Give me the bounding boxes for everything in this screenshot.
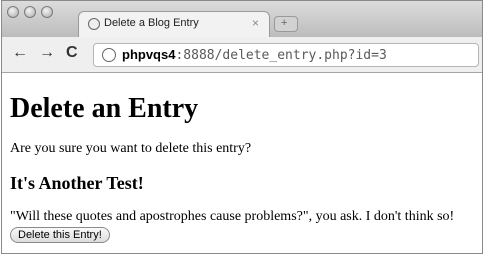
tab-title: Delete a Blog Entry bbox=[104, 17, 199, 29]
zoom-window-button[interactable] bbox=[41, 6, 53, 18]
entry-title: It's Another Test! bbox=[10, 173, 144, 193]
tab-close-icon[interactable]: × bbox=[252, 16, 259, 30]
url-path: :8888/delete_entry.php?id=3 bbox=[175, 48, 387, 63]
forward-arrow-icon[interactable]: → bbox=[39, 44, 55, 62]
page-content: Delete an Entry Are you sure you want to… bbox=[2, 73, 482, 253]
browser-tab[interactable]: Delete a Blog Entry × bbox=[78, 11, 270, 37]
new-tab-button[interactable]: + bbox=[274, 16, 298, 32]
confirm-question: Are you sure you want to delete this ent… bbox=[10, 141, 252, 156]
close-window-button[interactable] bbox=[7, 6, 19, 18]
page-title: Delete an Entry bbox=[10, 93, 199, 124]
globe-icon bbox=[102, 48, 116, 62]
plus-icon: + bbox=[281, 17, 288, 29]
back-arrow-icon[interactable]: ← bbox=[12, 44, 28, 62]
url-host: phpvqs4 bbox=[122, 47, 176, 62]
reload-icon[interactable]: C bbox=[66, 44, 78, 62]
delete-entry-button[interactable]: Delete this Entry! bbox=[10, 227, 110, 243]
page-icon bbox=[88, 18, 100, 30]
entry-body: "Will these quotes and apostrophes cause… bbox=[10, 209, 455, 224]
title-bar: Delete a Blog Entry × + bbox=[2, 1, 482, 37]
browser-window: Delete a Blog Entry × + ← → C phpvqs4:88… bbox=[1, 0, 483, 254]
url-text: phpvqs4:8888/delete_entry.php?id=3 bbox=[122, 47, 387, 63]
minimize-window-button[interactable] bbox=[24, 6, 36, 18]
browser-toolbar: ← → C phpvqs4:8888/delete_entry.php?id=3 bbox=[2, 37, 482, 73]
address-bar[interactable]: phpvqs4:8888/delete_entry.php?id=3 bbox=[93, 43, 479, 67]
window-controls bbox=[7, 6, 53, 18]
